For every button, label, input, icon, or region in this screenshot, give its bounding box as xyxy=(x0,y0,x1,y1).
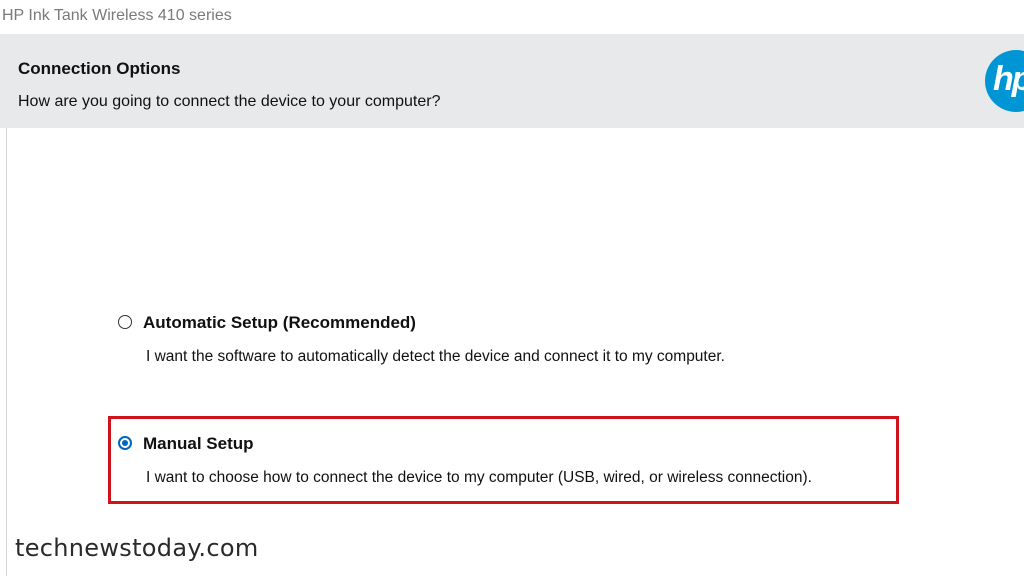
automatic-setup-label[interactable]: Automatic Setup (Recommended) xyxy=(143,313,416,333)
automatic-setup-description: I want the software to automatically det… xyxy=(146,348,725,365)
page-subtitle: How are you going to connect the device … xyxy=(18,93,441,110)
window-title: HP Ink Tank Wireless 410 series xyxy=(2,7,232,24)
hp-logo-icon: hp xyxy=(985,50,1024,112)
page-title: Connection Options xyxy=(18,59,181,78)
manual-setup-radio[interactable] xyxy=(118,436,132,450)
site-watermark: technewstoday.com xyxy=(15,534,259,562)
manual-setup-highlight xyxy=(108,416,899,504)
installer-window: HP Ink Tank Wireless 410 series Connecti… xyxy=(0,0,1024,576)
manual-setup-description: I want to choose how to connect the devi… xyxy=(146,469,812,486)
automatic-setup-radio[interactable] xyxy=(118,315,132,329)
page-header: Connection Options How are you going to … xyxy=(0,34,1024,128)
title-bar: HP Ink Tank Wireless 410 series xyxy=(0,0,1024,34)
hp-logo-text: hp xyxy=(993,60,1024,98)
manual-setup-label[interactable]: Manual Setup xyxy=(143,434,254,454)
